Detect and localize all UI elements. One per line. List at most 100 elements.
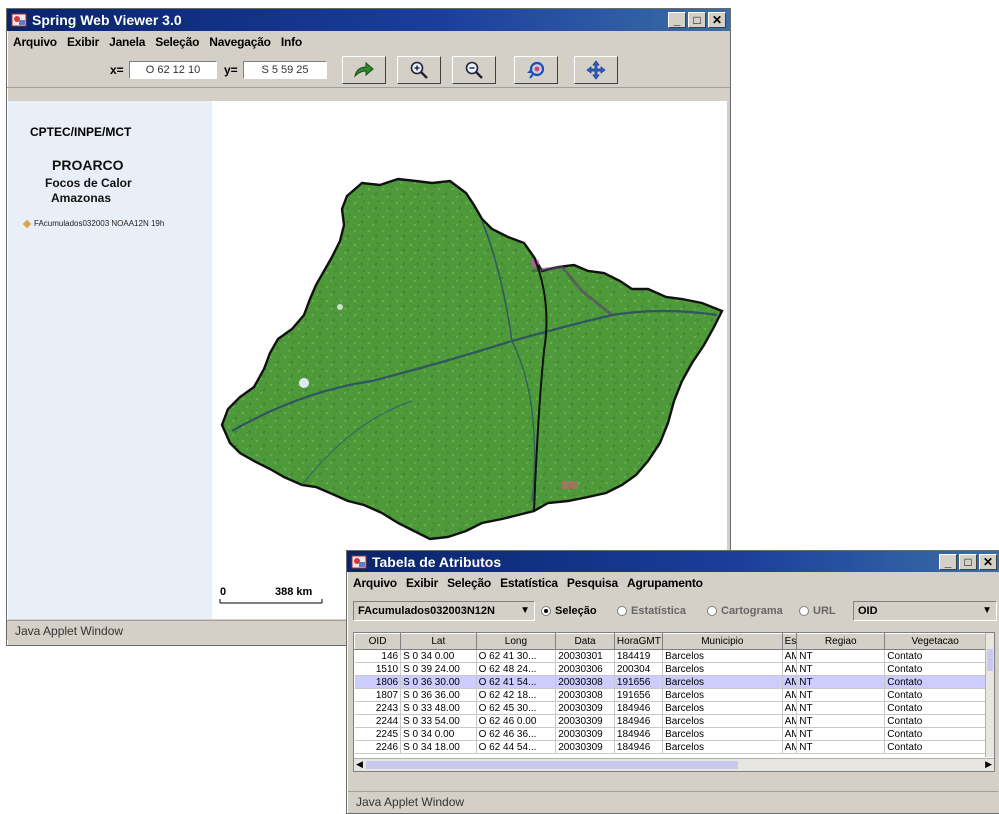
column-header[interactable]: Municipio [662,633,783,650]
scroll-thumb[interactable] [366,761,738,769]
table-cell: 191656 [614,675,664,689]
y-label: y= [224,63,238,77]
viewer-title: Spring Web Viewer 3.0 [32,12,182,28]
table-row[interactable]: 2245 S 0 34 0.00 O 62 46 36... 20030309 1849… [354,727,986,741]
field-select-value: OID [858,605,878,617]
scroll-right-icon[interactable]: ▶ [985,759,992,770]
menu-arquivo[interactable]: Arquivo [13,35,57,49]
zoom-out-icon [465,61,483,79]
vertical-scrollbar[interactable] [985,633,994,757]
radio-url-label: URL [813,605,836,617]
table-row[interactable]: 1806 S 0 36 30.00 O 62 41 54... 20030308 191… [354,675,986,689]
table-cell: 184946 [614,740,664,754]
table-cell: O 62 42 18... [476,688,557,702]
y-coordinate-field[interactable]: S 5 59 25 [243,61,327,79]
menu-agrupamento[interactable]: Agrupamento [627,576,703,590]
maximize-button[interactable]: □ [688,12,706,28]
zoom-previous-icon [527,61,545,79]
column-header[interactable]: Es [781,633,798,650]
radio-estatistica[interactable]: Estatística [617,605,686,617]
table-row[interactable]: 2244 S 0 33 54.00 O 62 46 0.00 20030309 1849… [354,714,986,728]
table-cell: NT [796,740,886,754]
table-cell: 1807 [354,688,402,702]
menu-info[interactable]: Info [281,35,302,49]
menu-exibir[interactable]: Exibir [406,576,438,590]
redraw-arrow-icon [354,61,374,78]
scroll-thumb[interactable] [987,649,993,671]
zoom-previous-button[interactable] [514,56,558,84]
redraw-button[interactable] [342,56,386,84]
table-cell: AM [782,740,798,754]
table-row[interactable]: 146 S 0 34 0.00 O 62 41 30... 20030301 18441… [354,649,986,663]
minimize-button[interactable]: _ [939,554,957,570]
table-row[interactable]: 1807 S 0 36 36.00 O 62 42 18... 20030308 191… [354,688,986,702]
project-title: PROARCO [52,157,124,173]
table-cell: 2246 [354,740,402,754]
table-cell: Contato [884,662,986,676]
legend-layer-item[interactable]: FAcumulados032003 NOAA12N 19h [22,219,165,228]
table-cell: NT [796,649,886,663]
layer-select[interactable]: FAcumulados032003N12N ▼ [353,601,535,621]
radio-url[interactable]: URL [799,605,836,617]
table-cell: 184946 [614,727,664,741]
table-cell: NT [796,701,886,715]
map-canvas[interactable]: 0 388 km [212,101,727,619]
menu-estatistica[interactable]: Estatística [500,576,558,590]
table-cell: S 0 34 18.00 [400,740,477,754]
legend-panel: CPTEC/INPE/MCT PROARCO Focos de Calor Am… [8,101,212,619]
menu-janela[interactable]: Janela [109,35,145,49]
column-header[interactable]: Regiao [796,633,886,650]
zoom-in-button[interactable] [397,56,441,84]
table-cell: Contato [884,675,986,689]
column-header[interactable]: OID [354,633,402,650]
radio-estatistica-indicator [617,606,627,616]
project-subtitle: Focos de Calor [45,176,132,190]
minimize-button[interactable]: _ [668,12,686,28]
legend-layer-label: FAcumulados032003 NOAA12N 19h [34,219,165,228]
column-header[interactable]: Vegetacao [884,633,986,650]
column-header[interactable]: Long [475,633,557,650]
close-button[interactable]: ✕ [979,554,997,570]
scroll-left-icon[interactable]: ◀ [356,759,363,770]
table-row[interactable]: 2246 S 0 34 18.00 O 62 44 54... 20030309 184… [354,740,986,754]
menu-pesquisa[interactable]: Pesquisa [567,576,618,590]
table-cell: S 0 34 0.00 [400,727,477,741]
table-cell: O 62 41 30... [476,649,557,663]
app-icon [11,13,27,27]
table-cell: NT [796,675,886,689]
table-row[interactable]: 1510 S 0 39 24.00 O 62 48 24... 20030306 200… [354,662,986,676]
pan-button[interactable] [574,56,618,84]
radio-cartograma[interactable]: Cartograma [707,605,783,617]
column-header[interactable]: HoraGMT [613,633,664,650]
table-statusbar: Java Applet Window [348,791,998,811]
table-cell: NT [796,662,886,676]
menu-exibir[interactable]: Exibir [67,35,99,49]
table-cell: Contato [884,727,986,741]
maximize-button[interactable]: □ [959,554,977,570]
horizontal-scrollbar[interactable]: ◀ ▶ [354,758,994,771]
column-header[interactable]: Lat [400,633,477,650]
org-label: CPTEC/INPE/MCT [30,125,132,139]
radio-selecao[interactable]: Seleção [541,605,597,617]
table-cell: 200304 [614,662,664,676]
x-coordinate-field[interactable]: O 62 12 10 [129,61,217,79]
zoom-in-icon [410,61,428,79]
close-button[interactable]: ✕ [708,12,726,28]
table-cell: Contato [884,714,986,728]
zoom-out-button[interactable] [452,56,496,84]
table-titlebar[interactable]: Tabela de Atributos _ □ ✕ [347,551,999,572]
table-cell: AM [782,649,798,663]
menu-arquivo[interactable]: Arquivo [353,576,397,590]
column-header[interactable]: Data [555,633,615,650]
menu-selecao[interactable]: Seleção [155,35,199,49]
table-cell: 20030301 [555,649,615,663]
table-cell: Barcelos [662,688,783,702]
menu-selecao[interactable]: Seleção [447,576,491,590]
table-row[interactable]: 2243 S 0 33 48.00 O 62 45 30... 20030309 184… [354,701,986,715]
menu-navegacao[interactable]: Navegação [209,35,271,49]
viewer-titlebar[interactable]: Spring Web Viewer 3.0 _ □ ✕ [7,9,730,31]
table-cell: AM [782,714,798,728]
table-cell: AM [782,727,798,741]
table-cell: 20030306 [555,662,615,676]
field-select[interactable]: OID ▼ [853,601,997,621]
